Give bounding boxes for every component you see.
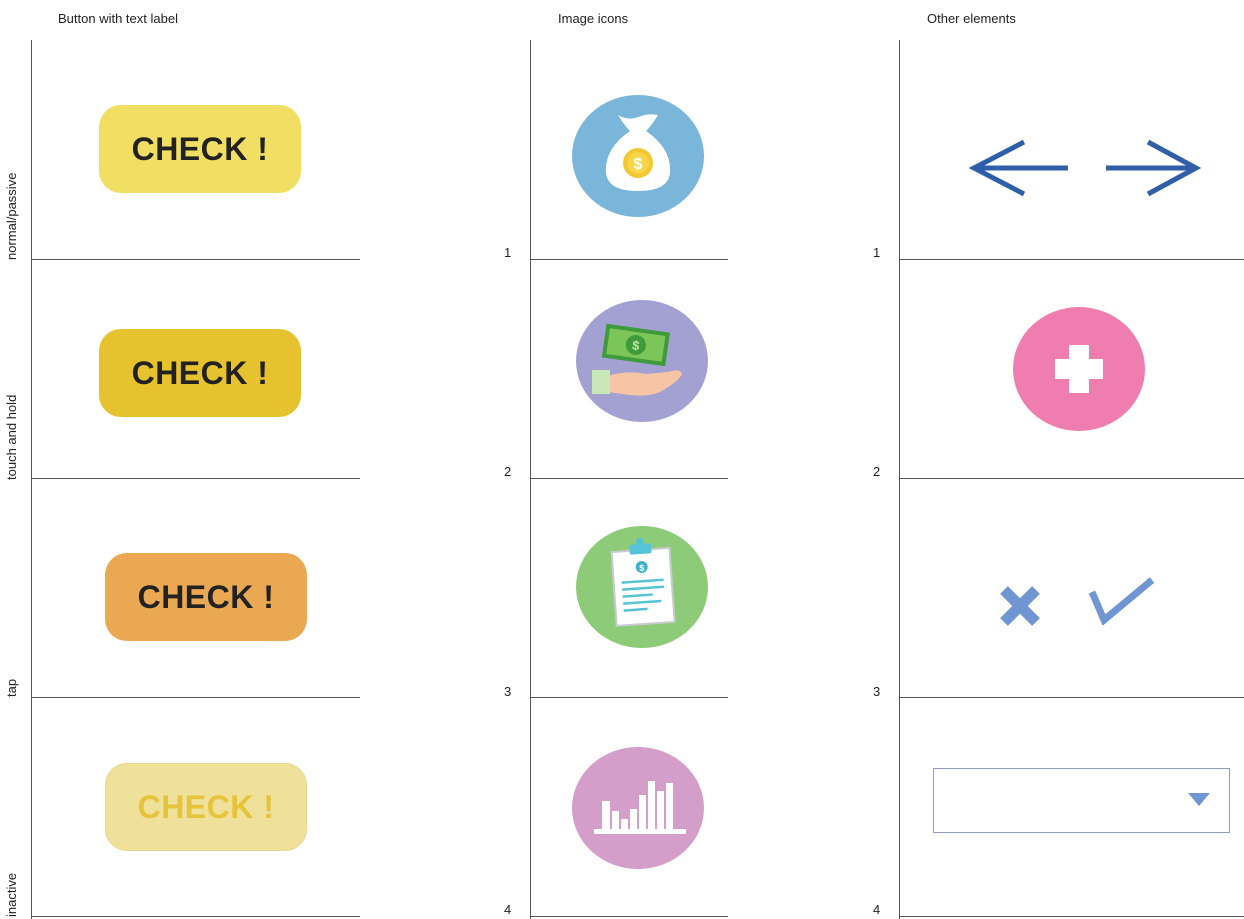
check-button-tap[interactable]: CHECK ! (105, 553, 307, 641)
icon-number-3: 3 (504, 684, 512, 699)
header-other-elements: Other elements (927, 11, 1016, 26)
row-label-normal: normal/passive (4, 172, 19, 260)
row-label-inactive: inactive (4, 872, 19, 917)
icon-number-1: 1 (504, 245, 512, 260)
grid-line (899, 478, 1244, 479)
grid-line (899, 916, 1244, 917)
grid-line (899, 697, 1244, 698)
grid-line (31, 259, 360, 260)
grid-line (31, 916, 360, 917)
plus-icon[interactable] (1013, 307, 1145, 431)
header-image-icons: Image icons (558, 11, 629, 26)
check-button-normal[interactable]: CHECK ! (99, 105, 301, 193)
check-button-inactive: CHECK ! (105, 763, 307, 851)
arrow-right-icon[interactable] (1104, 138, 1202, 198)
row-label-touch: touch and hold (4, 394, 19, 480)
chevron-down-icon[interactable] (1187, 791, 1211, 807)
cash-hand-icon: $ (576, 300, 708, 422)
svg-text:$: $ (634, 156, 643, 173)
icon-number-4: 4 (504, 902, 512, 917)
clipboard-icon: $ (576, 526, 708, 648)
header-buttons: Button with text label (58, 11, 178, 26)
svg-text:$: $ (639, 563, 645, 573)
grid-line (31, 478, 360, 479)
grid-line (31, 40, 32, 919)
icon-number-2: 2 (504, 464, 512, 479)
row-label-tap: tap (4, 678, 19, 697)
grid-line (530, 478, 728, 479)
element-number-1: 1 (873, 245, 881, 260)
check-icon[interactable] (1086, 574, 1158, 628)
grid-line (899, 40, 900, 919)
element-number-2: 2 (873, 464, 881, 479)
element-number-3: 3 (873, 684, 881, 699)
grid-line (31, 697, 360, 698)
check-button-touch-hold[interactable]: CHECK ! (99, 329, 301, 417)
bar-chart-icon (572, 747, 704, 869)
dropdown[interactable] (933, 768, 1230, 833)
grid-line (530, 40, 531, 919)
grid-line (530, 259, 728, 260)
grid-line (899, 259, 1244, 260)
element-number-4: 4 (873, 902, 881, 917)
arrow-left-icon[interactable] (968, 138, 1070, 198)
grid-line (530, 697, 728, 698)
cross-icon[interactable] (996, 582, 1044, 630)
grid-line (530, 916, 728, 917)
money-bag-icon: $ (572, 95, 704, 217)
